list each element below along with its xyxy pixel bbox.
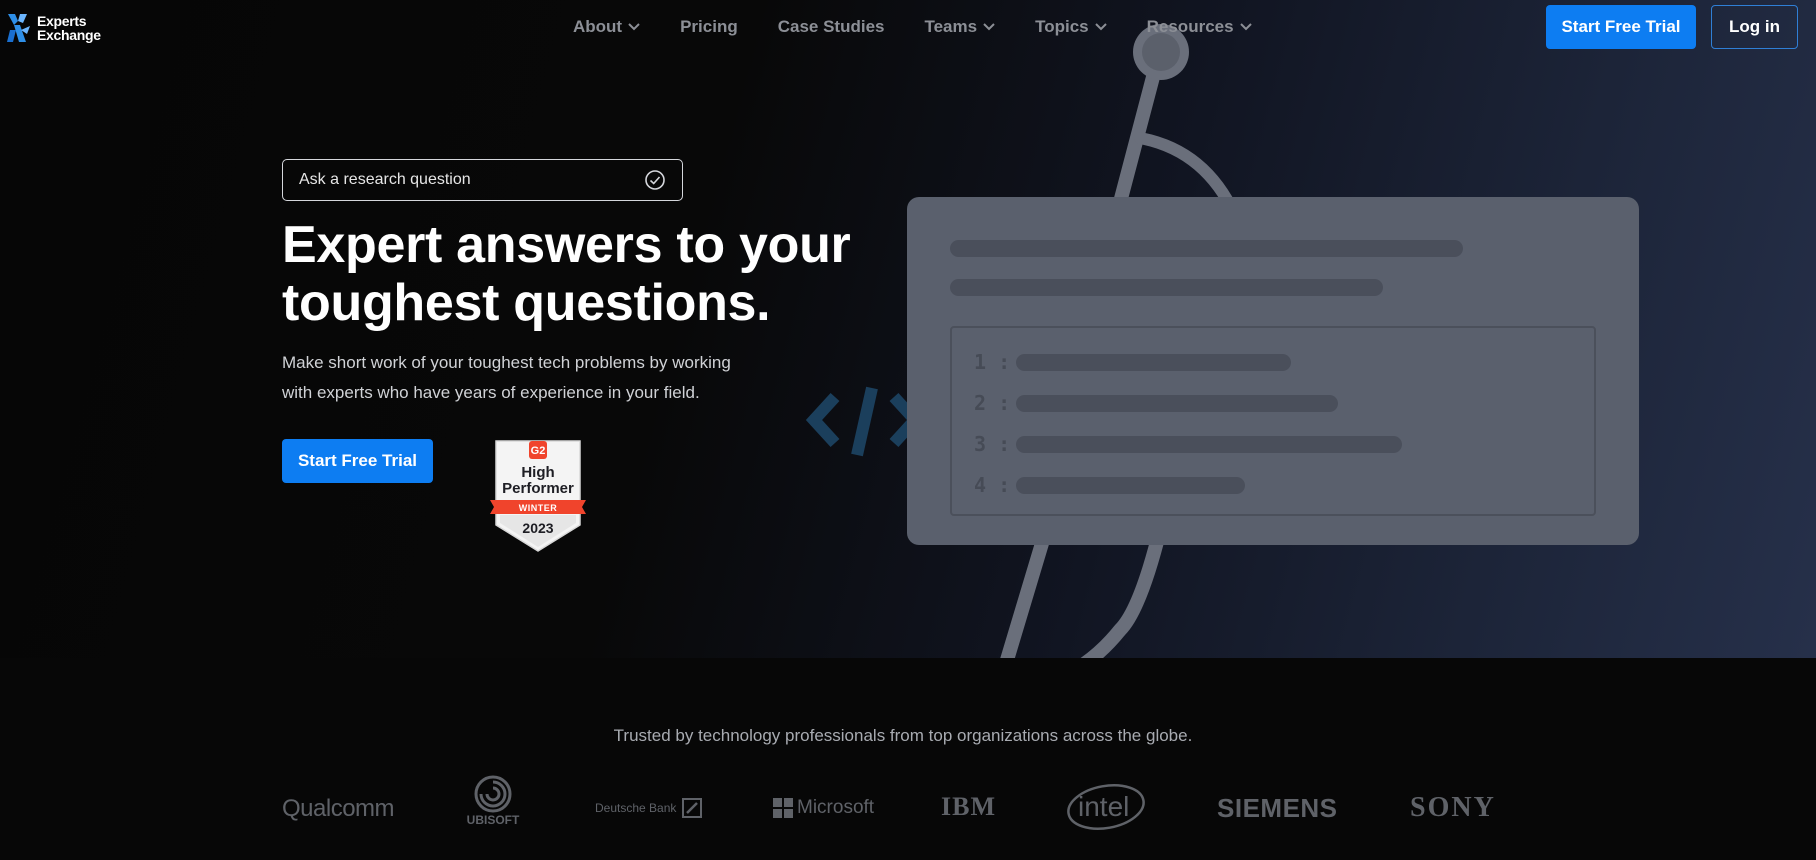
main-nav: About Pricing Case Studies Teams Topics … <box>573 17 1252 37</box>
svg-text:WINTER: WINTER <box>519 503 558 513</box>
nav-item-teams[interactable]: Teams <box>924 17 995 37</box>
sony-logo: SONY <box>1410 792 1496 823</box>
qualcomm-logo: Qualcomm <box>282 795 395 822</box>
hero-section: 1 : 2 : 3 : 4 : Experts Exchange About P… <box>0 0 1816 658</box>
ubisoft-logo: UBISOFT <box>464 774 522 827</box>
nav-item-about[interactable]: About <box>573 17 640 37</box>
microsoft-logo: Microsoft <box>773 797 874 819</box>
g2-high-performer-badge: G2 High Performer WINTER 2023 <box>490 440 586 552</box>
svg-text:2023: 2023 <box>522 520 553 536</box>
nav-item-case-studies[interactable]: Case Studies <box>778 17 885 37</box>
log-in-button[interactable]: Log in <box>1711 5 1798 49</box>
illustration-answer-card: 1 : 2 : 3 : 4 : <box>907 197 1639 545</box>
chevron-down-icon <box>628 23 640 31</box>
chevron-down-icon <box>1094 23 1107 31</box>
site-logo[interactable]: Experts Exchange <box>6 12 101 44</box>
list-number: 1 : <box>974 350 1011 374</box>
deutsche-bank-slash-icon <box>682 798 703 818</box>
deutsche-bank-logo: Deutsche Bank <box>595 798 703 818</box>
svg-text:G2: G2 <box>531 445 546 457</box>
svg-text:Performer: Performer <box>502 480 574 497</box>
siemens-logo: SIEMENS <box>1217 793 1338 823</box>
ibm-logo: IBM <box>941 792 996 821</box>
check-circle-icon[interactable] <box>644 169 666 191</box>
code-brackets-icon <box>805 386 924 457</box>
chevron-down-icon <box>983 23 995 31</box>
list-number: 3 : <box>974 432 1011 456</box>
microsoft-windows-icon <box>773 798 793 818</box>
intel-logo: intel <box>1066 783 1146 831</box>
nav-item-resources[interactable]: Resources <box>1147 17 1252 37</box>
list-number: 2 : <box>974 391 1011 415</box>
ubisoft-swirl-icon <box>474 775 512 813</box>
svg-text:High: High <box>521 464 554 481</box>
start-free-trial-button[interactable]: Start Free Trial <box>1546 5 1696 49</box>
hero-subtext: Make short work of your toughest tech pr… <box>282 353 731 402</box>
nav-item-pricing[interactable]: Pricing <box>680 17 738 37</box>
partner-logos: Qualcomm UBISOFT Deutsche Bank Microsoft… <box>0 775 1816 840</box>
nav-item-topics[interactable]: Topics <box>1035 17 1107 37</box>
illustration-numbered-list: 1 : 2 : 3 : 4 : <box>950 326 1596 516</box>
hero-start-free-trial-button[interactable]: Start Free Trial <box>282 439 433 483</box>
brand-name: Experts Exchange <box>37 13 101 43</box>
list-number: 4 : <box>974 473 1011 497</box>
research-question-input[interactable]: Ask a research question <box>282 159 683 201</box>
search-placeholder: Ask a research question <box>299 171 471 188</box>
trusted-by-text: Trusted by technology professionals from… <box>613 726 1193 745</box>
hero-headline: Expert answers to your toughest question… <box>282 216 851 332</box>
experts-exchange-logo-icon <box>7 14 30 42</box>
chevron-down-icon <box>1239 23 1252 31</box>
